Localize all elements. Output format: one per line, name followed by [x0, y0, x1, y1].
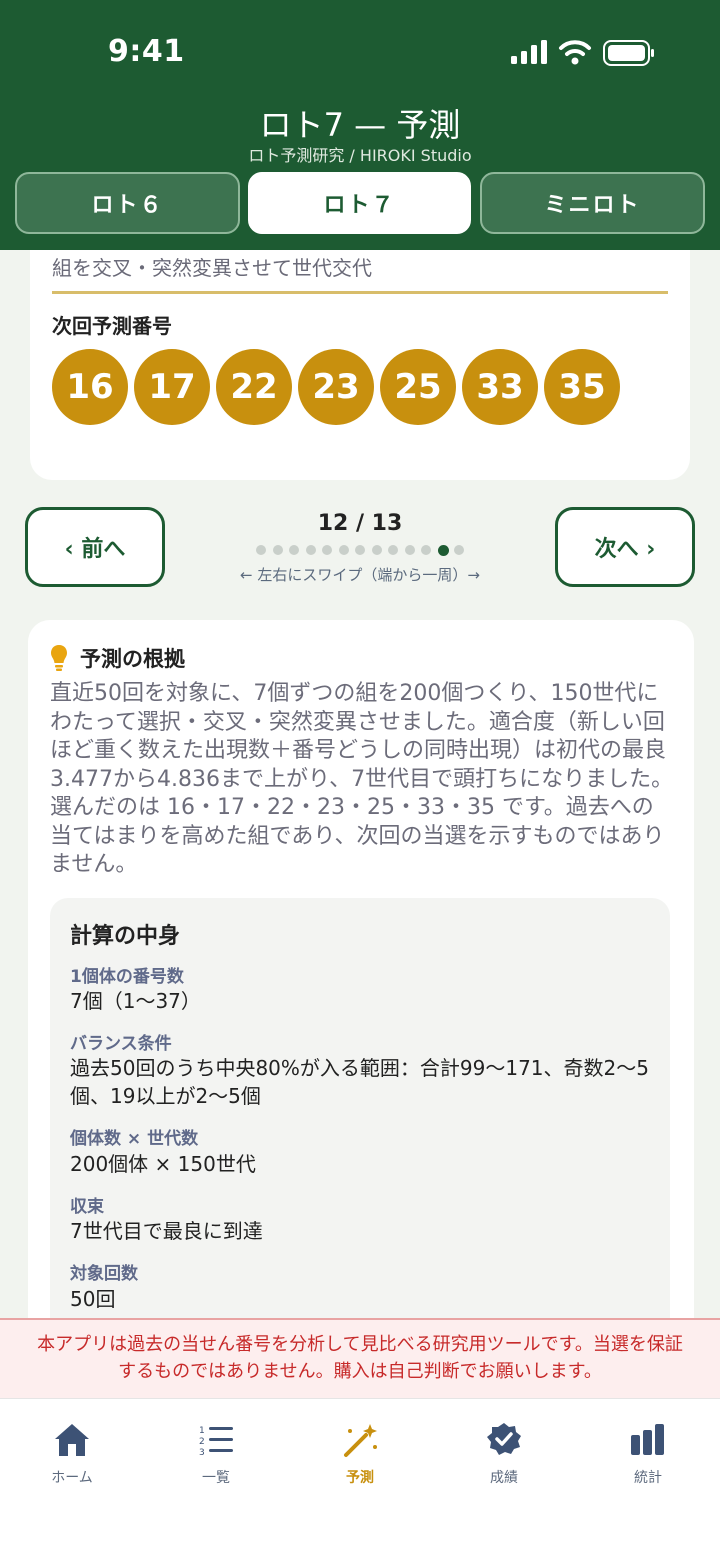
verified-badge-icon [487, 1423, 521, 1455]
page-dot [272, 545, 283, 555]
number-ball: 35 [544, 349, 620, 425]
next-prediction-heading: 次回予測番号 [52, 314, 172, 338]
nav-list[interactable]: 1 2 3 一覧 [171, 1421, 261, 1491]
status-bar: 9:41 [0, 0, 720, 100]
page-title: ロト7 — 予測 [259, 106, 461, 144]
calc-label-numbers-per-individual: 1個体の番号数 [70, 967, 184, 987]
disclaimer-banner: 本アプリは過去の当せん番号を分析して見比べる研究用ツールです。当選を保証するもの… [0, 1318, 720, 1398]
number-ball: 23 [298, 349, 374, 425]
svg-text:3: 3 [199, 1448, 205, 1458]
calc-label-population: 個体数 × 世代数 [70, 1129, 199, 1149]
tab-miniloto[interactable]: ミニロト [480, 172, 705, 234]
page-dot [289, 545, 299, 555]
page-dot [355, 545, 365, 555]
nav-home-label: ホーム [51, 1470, 93, 1486]
home-icon [55, 1424, 89, 1456]
calc-value-numbers-per-individual: 7個（1〜37） [70, 989, 201, 1013]
calc-value-population: 200個体 × 150世代 [70, 1152, 256, 1176]
number-ball: 25 [380, 349, 456, 425]
nav-results-label: 成績 [490, 1470, 518, 1486]
page-subtitle: ロト予測研究 / HIROKI Studio [248, 146, 472, 165]
number-ball: 17 [134, 349, 210, 425]
bottom-tab-bar: ホーム 1 2 3 一覧 予測 成績 統計 [0, 1398, 720, 1565]
nav-home[interactable]: ホーム [27, 1421, 117, 1491]
reason-heading: 予測の根拠 [80, 647, 185, 671]
app-header: 9:41 ロト7 — 予測 ロト予測研究 / HIROKI Studio ロト６… [0, 0, 720, 250]
divider [52, 291, 668, 294]
nav-stats[interactable]: 統計 [603, 1421, 693, 1491]
cellular-signal-icon [511, 40, 547, 64]
nav-list-label: 一覧 [202, 1470, 230, 1486]
calc-value-balance: 過去50回のうち中央80%が入る範囲：合計99〜171、奇数2〜5個、19以上が… [70, 1056, 649, 1108]
number-ball: 33 [462, 349, 538, 425]
page-dot [338, 545, 349, 555]
tab-loto7[interactable]: ロト７ [248, 172, 471, 234]
bar-chart-icon [631, 1424, 664, 1455]
page-dot [388, 545, 398, 555]
nav-results[interactable]: 成績 [459, 1421, 549, 1491]
page-dot [371, 545, 382, 555]
number-ball: 16 [52, 349, 128, 425]
lottery-tabs: ロト６ ロト７ ミニロト [15, 172, 705, 234]
page-dot-active [437, 544, 449, 556]
tab-loto6[interactable]: ロト６ [15, 172, 240, 234]
status-time: 9:41 [108, 34, 185, 69]
battery-icon [603, 40, 654, 66]
page-counter: 12 / 13 [317, 511, 403, 536]
calc-label-balance: バランス条件 [70, 1034, 172, 1054]
method-description: 組を交叉・突然変異させて世代交代 [52, 256, 372, 280]
svg-text:1: 1 [199, 1426, 205, 1436]
calculation-heading: 計算の中身 [70, 924, 181, 949]
page-dot [454, 545, 464, 555]
calc-label-convergence: 収束 [70, 1197, 104, 1217]
calc-value-draw-count: 50回 [70, 1287, 116, 1311]
swipe-hint: ← 左右にスワイプ（端から一周）→ [240, 566, 480, 584]
list-icon: 1 2 3 [199, 1426, 233, 1458]
magic-wand-icon [344, 1424, 377, 1457]
page-dot [305, 545, 316, 555]
page-dot [404, 545, 415, 555]
calc-label-draw-count: 対象回数 [70, 1264, 138, 1284]
reason-body: 直近50回を対象に、7個ずつの組を200個つくり、150世代にわたって選択・交叉… [50, 681, 674, 877]
calc-value-convergence: 7世代目で最良に到達 [70, 1219, 263, 1243]
nav-prediction-label: 予測 [346, 1470, 374, 1486]
page-dot [256, 545, 266, 555]
wifi-icon [559, 40, 591, 65]
lightbulb-icon [51, 645, 67, 671]
page-dot [322, 545, 332, 555]
page-dot [421, 545, 431, 555]
number-ball: 22 [216, 349, 292, 425]
nav-stats-label: 統計 [634, 1470, 662, 1486]
svg-text:2: 2 [199, 1437, 205, 1447]
nav-prediction[interactable]: 予測 [315, 1421, 405, 1491]
